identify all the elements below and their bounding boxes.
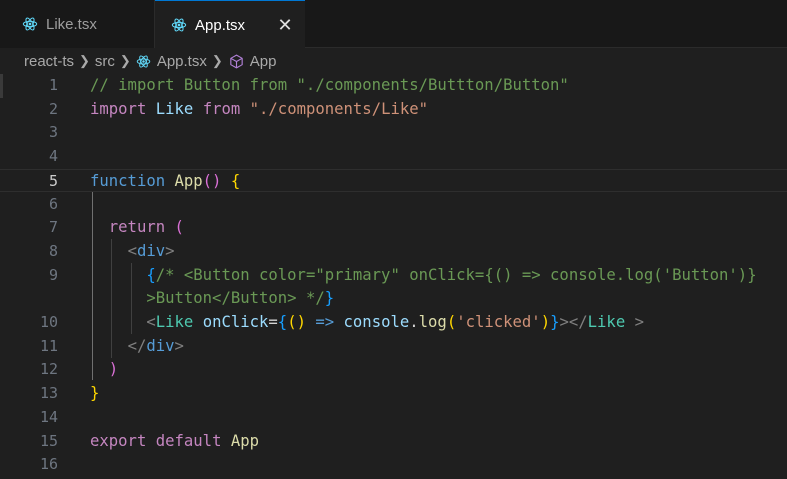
code-line-14: 14 — [0, 406, 787, 430]
line-number: 15 — [39, 431, 58, 450]
tab-label: Like.tsx — [46, 15, 97, 33]
bracket: ) — [296, 313, 306, 331]
jsx-component: Like — [587, 313, 626, 331]
keyword: return — [108, 218, 166, 237]
line-number: 14 — [39, 407, 58, 426]
keyword: default — [155, 431, 222, 450]
code-line-15: 15 export default App — [0, 430, 787, 454]
identifier: console — [343, 313, 410, 331]
identifier: Like — [155, 99, 194, 118]
code-comment: >Button</Button> */ — [146, 289, 325, 308]
line-number: 8 — [48, 241, 58, 260]
line-number: 16 — [39, 455, 58, 474]
tag-bracket: </ — [127, 336, 147, 355]
tag-bracket: < — [127, 241, 137, 260]
line-number: 6 — [48, 194, 58, 213]
code-line-16: 16 — [0, 453, 787, 477]
tab-like-tsx[interactable]: Like.tsx — [0, 0, 155, 48]
string-literal: "./components/Like" — [249, 99, 429, 118]
string-literal: 'clicked' — [456, 313, 541, 331]
bracket: ( — [446, 313, 457, 331]
tag-bracket: > — [174, 336, 184, 355]
line-number: 9 — [48, 265, 58, 284]
breadcrumb-file[interactable]: App.tsx — [136, 53, 207, 70]
jsx-tag: div — [146, 336, 175, 355]
tag-bracket: > — [165, 241, 175, 260]
line-number: 4 — [48, 147, 58, 166]
chevron-right-icon: ❯ — [211, 53, 223, 68]
bracket: ( — [174, 218, 184, 237]
code-line-2: 2 import Like from "./components/Like" — [0, 98, 787, 122]
keyword: from — [202, 99, 241, 118]
code-line-4: 4 — [0, 145, 787, 169]
code-line-11: 11 </div> — [0, 335, 787, 359]
jsx-attribute: onClick — [202, 313, 269, 331]
code-line-6: 6 — [0, 193, 787, 217]
code-line-9-wrap: >Button</Button> */} — [0, 287, 787, 311]
bracket: { — [146, 265, 156, 284]
react-icon — [136, 54, 151, 68]
arrow-operator: => — [315, 313, 335, 331]
breadcrumb: react-ts ❯ src ❯ App.tsx ❯ App — [0, 48, 787, 74]
code-line-1: 1 // import Button from "./components/Bu… — [0, 74, 787, 98]
jsx-component: Like — [155, 313, 194, 331]
code-line-13: 13 } — [0, 382, 787, 406]
tag-bracket: > — [625, 313, 644, 331]
line-number: 10 — [39, 313, 58, 331]
chevron-right-icon: ❯ — [119, 53, 131, 68]
bracket: ) — [108, 360, 119, 379]
identifier: App — [230, 431, 260, 450]
keyword: function — [90, 171, 166, 190]
bracket: ) — [540, 313, 551, 331]
bracket: () — [202, 171, 222, 190]
line-number: 2 — [48, 99, 58, 118]
line-number: 12 — [39, 360, 58, 379]
line-number: 3 — [48, 123, 58, 142]
function-name: App — [174, 171, 203, 190]
tag-bracket: </ — [568, 313, 588, 331]
breadcrumb-folder-react-ts[interactable]: react-ts — [24, 53, 74, 70]
code-line-12: 12 ) — [0, 358, 787, 382]
breadcrumb-symbol[interactable]: App — [228, 53, 276, 70]
breadcrumb-folder-src[interactable]: src — [95, 53, 115, 70]
code-line-7: 7 return ( — [0, 216, 787, 240]
line-number: 13 — [39, 384, 58, 403]
react-icon — [22, 17, 38, 31]
code-comment: /* <Button color="primary" onClick={() =… — [155, 265, 757, 284]
function-name: log — [418, 313, 447, 331]
tab-label: App.tsx — [195, 16, 246, 34]
bracket: { — [277, 313, 288, 331]
operator: = — [268, 313, 278, 331]
line-number: 1 — [48, 76, 58, 94]
close-icon[interactable]: ✕ — [275, 15, 295, 35]
bracket: } — [90, 384, 100, 403]
code-line-3: 3 — [0, 121, 787, 145]
bracket: { — [230, 171, 241, 190]
code-line-9: 9 {/* <Button color="primary" onClick={(… — [0, 264, 787, 288]
code-line-10: 10 <Like onClick={() => console.log('cli… — [0, 311, 787, 335]
line-number: 7 — [48, 218, 58, 237]
line-number: 11 — [39, 336, 58, 355]
code-line-8: 8 <div> — [0, 240, 787, 264]
bracket: ( — [287, 313, 297, 331]
code-line-5: 5 function App() { — [0, 168, 787, 193]
bracket: } — [324, 289, 335, 308]
tag-bracket: < — [146, 313, 156, 331]
code-editor[interactable]: 1 // import Button from "./components/Bu… — [0, 74, 787, 479]
keyword: import — [90, 99, 147, 118]
tab-app-tsx[interactable]: App.tsx ✕ — [155, 0, 305, 49]
jsx-tag: div — [136, 241, 166, 260]
tag-bracket: > — [559, 313, 569, 331]
line-number: 5 — [48, 171, 58, 190]
keyword: export — [90, 431, 147, 450]
symbol-cube-icon — [230, 54, 243, 68]
react-icon — [171, 18, 187, 32]
editor-tab-bar: Like.tsx App.tsx ✕ — [0, 0, 787, 49]
chevron-right-icon: ❯ — [79, 53, 90, 68]
code-comment: // import Button from "./components/Butt… — [90, 76, 569, 94]
operator: . — [409, 313, 419, 331]
